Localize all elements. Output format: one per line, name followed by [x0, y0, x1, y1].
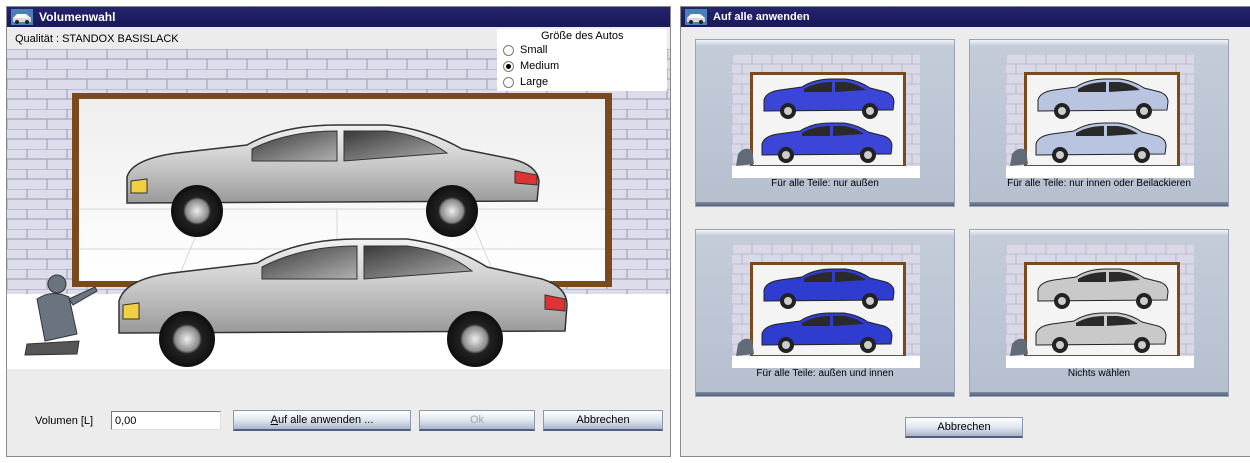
radio-small[interactable]: Small [503, 44, 548, 56]
car-size-group: Größe des Autos Small Medium Large [497, 29, 667, 91]
cancel-button[interactable]: Abbrechen [543, 410, 663, 431]
radio-button[interactable] [503, 60, 514, 72]
button-label: Abbrechen [937, 421, 991, 433]
volume-label: Volumen [L] [35, 415, 94, 427]
option-inside-or-blend[interactable]: Für alle Teile: nur innen oder Beilackie… [969, 39, 1229, 207]
cancel-button[interactable]: Abbrechen [905, 417, 1023, 438]
apply-all-dialog: Auf alle anwenden Für alle Teile: nur au… [680, 6, 1250, 457]
volume-dialog: Volumenwahl Qualität : STANDOX BASISLACK [6, 6, 671, 457]
radio-label: Small [520, 44, 548, 56]
window-title: Auf alle anwenden [713, 11, 810, 23]
title-bar: Auf alle anwenden [681, 7, 1250, 27]
garage-scene [7, 49, 670, 369]
title-bar: Volumenwahl [7, 7, 670, 27]
volume-input[interactable]: 0,00 [111, 411, 221, 430]
option-label: Für alle Teile: nur innen oder Beilackie… [1007, 178, 1191, 189]
option-thumbnail [1006, 244, 1194, 368]
ok-button[interactable]: Ok [419, 410, 535, 431]
option-label: Für alle Teile: nur außen [771, 178, 879, 189]
mnemonic-letter: A [270, 414, 278, 426]
button-label: Abbrechen [576, 414, 630, 426]
radio-button[interactable] [503, 44, 514, 56]
quality-label: Qualität : STANDOX BASISLACK [15, 33, 179, 45]
option-label: Für alle Teile: außen und innen [756, 368, 894, 379]
window-title: Volumenwahl [39, 10, 116, 24]
radio-medium[interactable]: Medium [503, 60, 559, 72]
option-thumbnail [732, 244, 920, 368]
car-size-title: Größe des Autos [541, 30, 624, 42]
app-icon [11, 9, 33, 25]
radio-label: Medium [520, 60, 560, 72]
apply-all-button[interactable]: Auf alle anwenden ... [233, 410, 411, 431]
button-label: uf alle anwenden ... [277, 414, 374, 426]
radio-large[interactable]: Large [503, 76, 548, 88]
option-none[interactable]: Nichts wählen [969, 229, 1229, 397]
app-icon [685, 9, 707, 25]
option-label: Nichts wählen [1067, 368, 1131, 379]
option-thumbnail [1006, 54, 1194, 178]
radio-button[interactable] [503, 76, 514, 88]
button-label: Ok [469, 414, 485, 426]
option-thumbnail [732, 54, 920, 178]
option-outside-and-inside[interactable]: Für alle Teile: außen und innen [695, 229, 955, 397]
option-outside-only[interactable]: Für alle Teile: nur außen [695, 39, 955, 207]
radio-label: Large [520, 76, 549, 88]
